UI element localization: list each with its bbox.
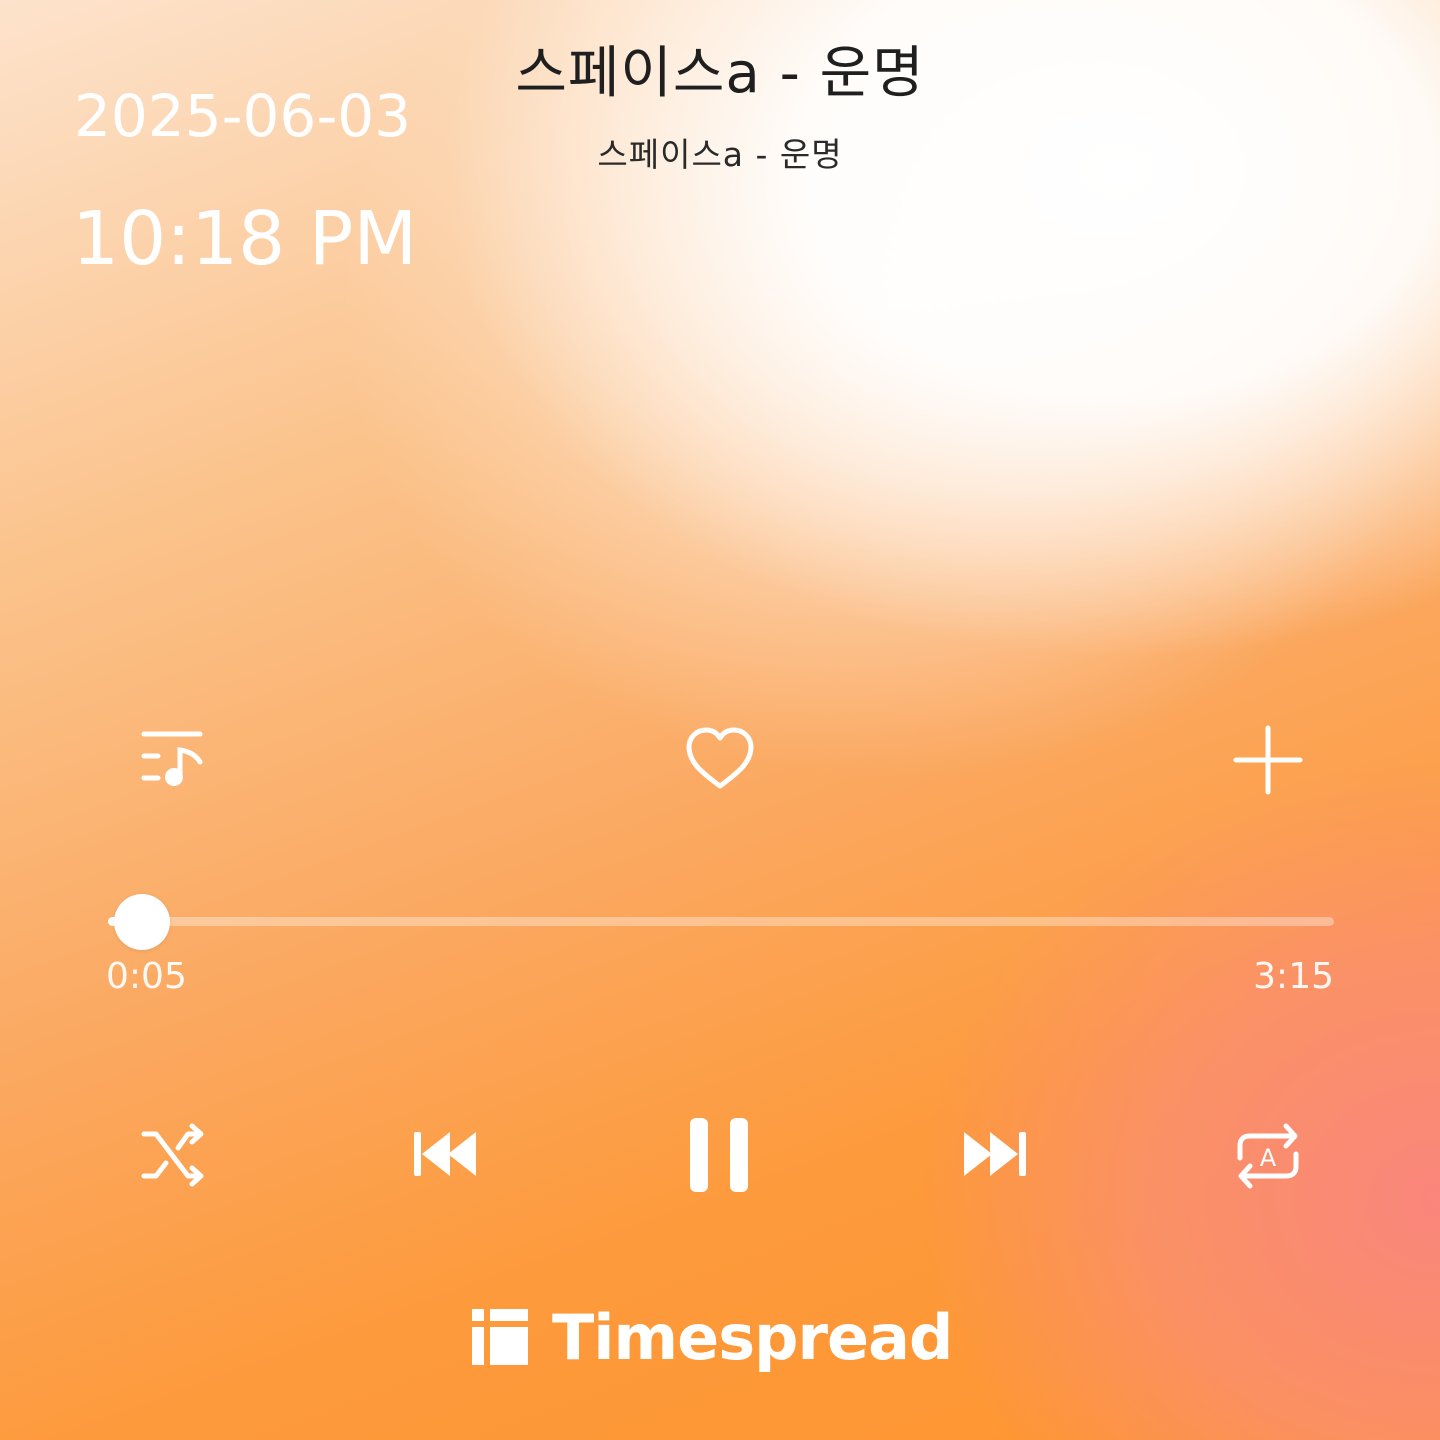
skip-previous-icon	[414, 1132, 476, 1176]
playlist-button[interactable]	[136, 722, 210, 796]
total-time: 3:15	[1253, 956, 1334, 997]
progress-knob[interactable]	[113, 894, 170, 950]
next-button[interactable]	[960, 1124, 1030, 1184]
elapsed-time: 0:05	[106, 956, 187, 997]
playlist-music-icon	[141, 731, 203, 786]
heart-outline-icon	[686, 727, 754, 789]
progress-track[interactable]	[108, 917, 1334, 926]
date-label: 2025-06-03	[74, 82, 412, 150]
timespread-logo-icon	[472, 1309, 528, 1365]
pause-icon	[690, 1118, 748, 1192]
skip-next-icon	[964, 1132, 1026, 1176]
time-label: 10:18 PM	[72, 196, 418, 282]
previous-button[interactable]	[410, 1124, 480, 1184]
repeat-button[interactable]: A	[1232, 1120, 1304, 1192]
like-button[interactable]	[683, 724, 757, 794]
shuffle-icon	[141, 1123, 204, 1187]
pause-button[interactable]	[686, 1116, 754, 1194]
shuffle-button[interactable]	[138, 1120, 210, 1192]
svg-text:A: A	[1260, 1144, 1277, 1172]
add-button[interactable]	[1232, 724, 1304, 796]
plus-icon	[1233, 725, 1303, 795]
brand-name: Timespread	[552, 1300, 953, 1374]
brand: Timespread	[472, 1300, 953, 1374]
repeat-ab-icon: A	[1237, 1123, 1299, 1189]
